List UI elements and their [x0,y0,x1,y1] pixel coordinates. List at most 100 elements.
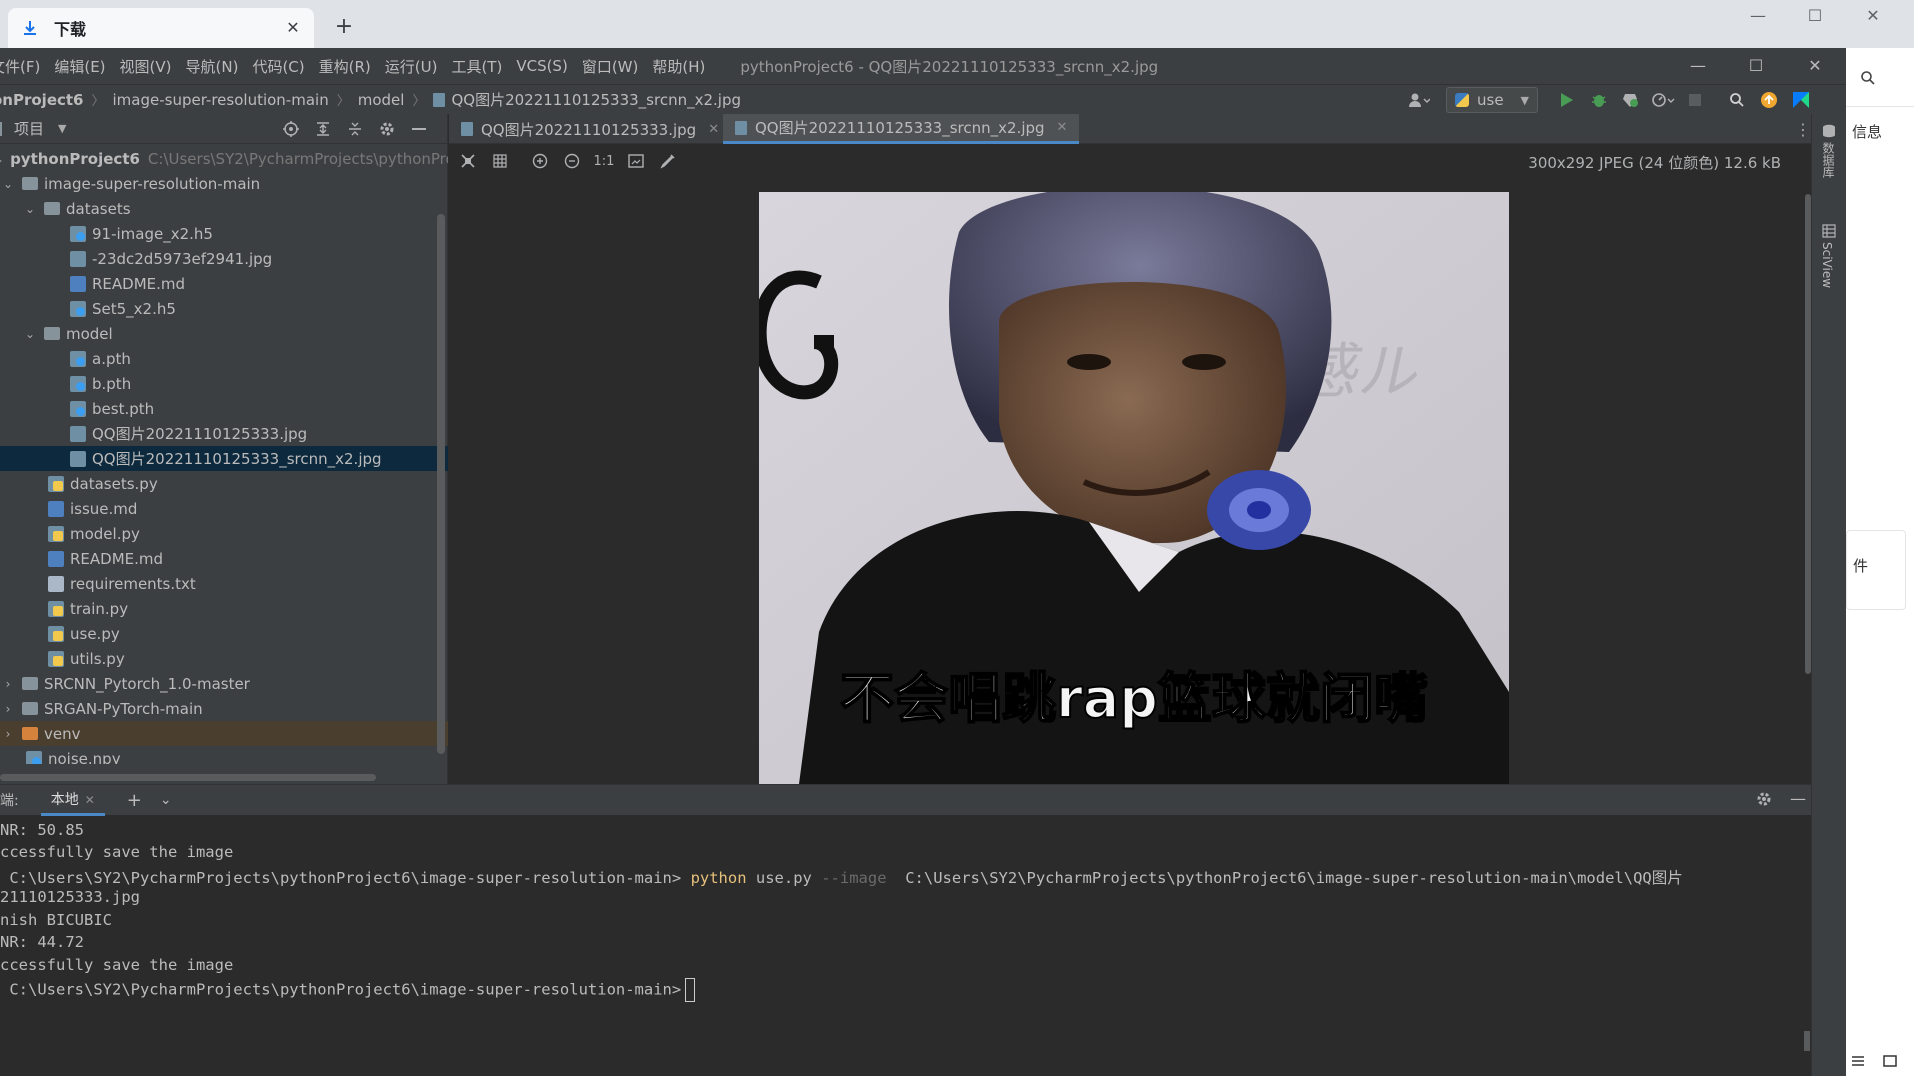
tree-item[interactable]: train.py [0,596,448,621]
tree-item[interactable]: QQ图片20221110125333.jpg [0,421,448,446]
list-icon[interactable] [1850,1054,1866,1074]
profile-icon[interactable] [1650,87,1676,113]
tree-item[interactable]: ⌄ datasets [0,196,448,221]
menu-help[interactable]: 帮助(H) [645,56,712,77]
menu-vcs[interactable]: VCS(S) [509,57,574,75]
tree-item[interactable]: noise.npy [0,746,448,764]
tree-item[interactable]: issue.md [0,496,448,521]
fit-zoom-icon[interactable] [455,148,481,174]
tree-item[interactable]: -23dc2d5973ef2941.jpg [0,246,448,271]
tree-item[interactable]: README.md [0,546,448,571]
sciview-icon[interactable] [1822,224,1836,242]
menu-refactor[interactable]: 重构(R) [312,56,378,77]
terminal-scrollbar[interactable] [1804,1031,1810,1051]
menu-view[interactable]: 视图(V) [113,56,179,77]
tree-item[interactable]: a.pth [0,346,448,371]
menu-file[interactable]: 文件(F) [0,56,47,77]
close-window-icon[interactable]: ✕ [1853,6,1893,26]
close-tab-icon[interactable]: ✕ [284,19,302,37]
collapse-all-icon[interactable] [344,118,366,140]
project-scrollbar-horizontal[interactable] [0,774,376,781]
locate-file-icon[interactable] [280,118,302,140]
run-config-select[interactable]: use ▼ [1446,87,1538,113]
update-icon[interactable] [1756,87,1782,113]
breadcrumb-file[interactable]: QQ图片20221110125333_srcnn_x2.jpg [451,89,741,110]
tree-item[interactable]: › SRGAN-PyTorch-main [0,696,448,721]
hide-panel-icon[interactable] [408,118,430,140]
coverage-icon[interactable] [1618,87,1644,113]
tree-item-venv[interactable]: › venv [0,721,448,746]
menu-run[interactable]: 运行(U) [378,56,445,77]
terminal-cursor[interactable] [685,978,696,1002]
minimize-icon[interactable]: — [1738,6,1778,26]
user-icon[interactable] [1406,87,1432,113]
search-icon[interactable] [1846,56,1890,100]
editor-tab[interactable]: QQ图片20221110125333.jpg ✕ [449,114,731,144]
tree-item[interactable]: datasets.py [0,471,448,496]
hide-panel-icon[interactable]: — [1790,789,1806,808]
sciview-tool-label[interactable]: SciView [1820,242,1834,288]
close-icon[interactable]: ✕ [85,793,95,807]
tree-item[interactable]: best.pth [0,396,448,421]
gear-icon[interactable] [376,118,398,140]
close-icon[interactable]: ✕ [1057,120,1068,135]
color-picker-icon[interactable] [655,148,681,174]
tree-item[interactable]: README.md [0,271,448,296]
tree-item[interactable]: 91-image_x2.h5 [0,221,448,246]
run-icon[interactable] [1554,87,1580,113]
breadcrumb-model[interactable]: model [358,91,405,109]
project-scrollbar-vertical[interactable] [437,214,445,754]
tree-item[interactable]: model.py [0,521,448,546]
actual-size-button[interactable]: 1:1 [591,148,617,174]
jetbrains-logo-icon[interactable] [1788,87,1814,113]
menu-window[interactable]: 窗口(W) [575,56,646,77]
database-icon[interactable] [1822,124,1836,142]
chevron-right-icon: › [5,701,11,716]
maximize-icon[interactable]: ☐ [1795,6,1835,26]
browser-tab-downloads[interactable]: 下载 ✕ [8,8,314,48]
gear-icon[interactable] [1756,791,1772,811]
zoom-in-icon[interactable] [527,148,553,174]
tree-item[interactable]: utils.py [0,646,448,671]
menu-navigate[interactable]: 导航(N) [179,56,246,77]
menu-edit[interactable]: 编辑(E) [47,56,112,77]
more-vertical-icon[interactable]: ⋮ [1795,120,1811,139]
tree-item[interactable]: use.py [0,621,448,646]
project-panel-label[interactable]: 项目 [14,118,44,139]
tree-item[interactable]: ⌄ image-super-resolution-main [0,171,448,196]
expand-all-icon[interactable] [312,118,334,140]
tree-item[interactable]: b.pth [0,371,448,396]
chevron-down-icon[interactable]: ▼ [58,122,66,135]
tree-root[interactable]: ⌄ pythonProject6 C:\Users\SY2\PycharmPro… [0,146,448,171]
stop-icon[interactable] [1682,87,1708,113]
tree-item[interactable]: requirements.txt [0,571,448,596]
new-tab-button[interactable]: + [333,16,355,38]
grid-icon[interactable] [487,148,513,174]
window-icon[interactable] [1882,1054,1898,1074]
terminal-option: --image [821,869,887,887]
project-folder-icon [0,121,2,136]
debug-icon[interactable] [1586,87,1612,113]
terminal-output[interactable]: NR: 50.85 ccessfully save the image C:\U… [0,817,1811,1047]
chevron-down-icon[interactable]: ⌄ [160,792,172,808]
database-tool-label[interactable]: 数据库 [1820,142,1837,178]
terminal-tab-local[interactable]: 本地 ✕ [40,785,105,816]
ide-close-icon[interactable]: ✕ [1800,56,1830,76]
menu-code[interactable]: 代码(C) [245,56,311,77]
editor-tab-active[interactable]: QQ图片20221110125333_srcnn_x2.jpg ✕ [723,114,1080,144]
tree-item-selected[interactable]: QQ图片20221110125333_srcnn_x2.jpg [0,446,448,471]
add-icon[interactable]: + [127,790,142,811]
close-icon[interactable]: ✕ [708,122,719,137]
fit-window-icon[interactable] [623,148,649,174]
breadcrumb-folder[interactable]: image-super-resolution-main [113,91,329,109]
menu-tools[interactable]: 工具(T) [444,56,509,77]
search-everywhere-icon[interactable] [1724,87,1750,113]
ide-minimize-icon[interactable]: — [1683,56,1713,76]
model-file-icon [70,350,86,367]
ide-maximize-icon[interactable]: ☐ [1741,56,1771,76]
zoom-out-icon[interactable] [559,148,585,174]
breadcrumb-project[interactable]: onProject6 [0,91,84,109]
tree-item[interactable]: ⌄ model [0,321,448,346]
tree-item[interactable]: › SRCNN_Pytorch_1.0-master [0,671,448,696]
tree-item[interactable]: Set5_x2.h5 [0,296,448,321]
